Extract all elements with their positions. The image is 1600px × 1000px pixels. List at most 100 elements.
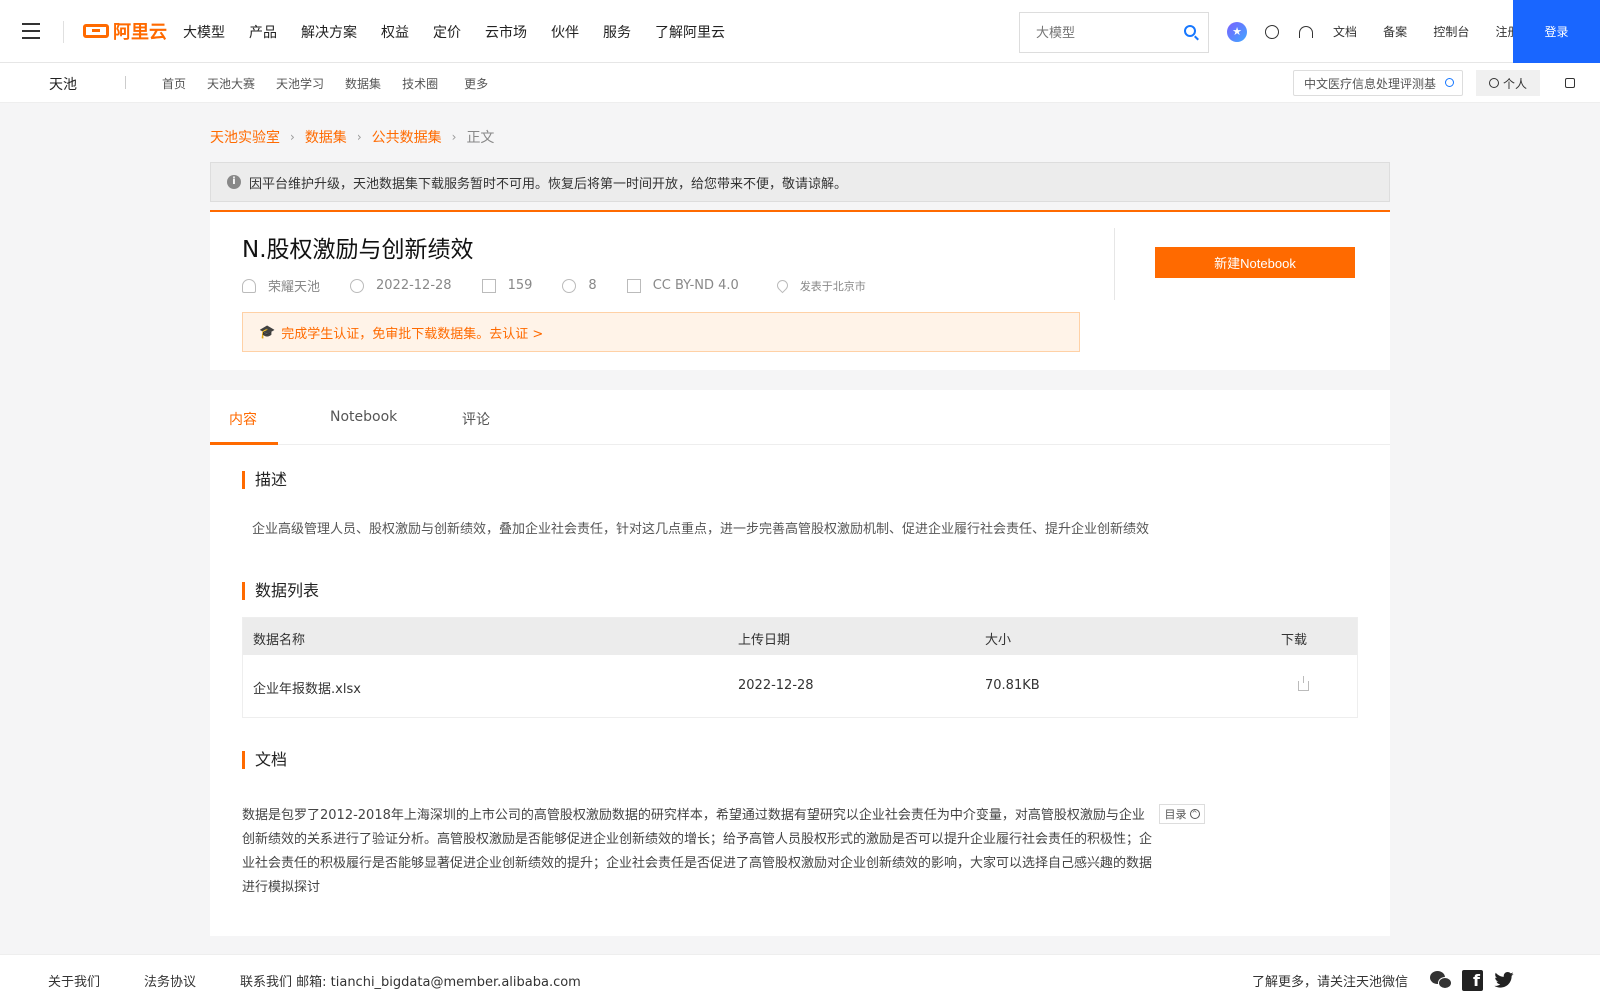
twitter-icon[interactable] [1494,972,1514,988]
top-actions: ★ 文档 备案 控制台 注册 [1227,0,1541,63]
aliyun-logo-icon [83,24,109,38]
dataset-downloads: 159 [507,278,533,293]
headset-icon[interactable] [1299,25,1313,38]
active-tab-indicator [210,442,278,445]
content-tabs: 内容 Notebook 评论 [210,390,1390,445]
dataset-license: CC BY-ND 4.0 [652,278,739,293]
row-upload-date: 2022-12-28 [738,678,814,693]
chevron-right-icon: › [290,130,295,144]
clock-icon [350,278,365,293]
footer-follow-text: 了解更多，请关注天池微信 [1252,975,1409,990]
dataset-header-card: N.股权激励与创新绩效 荣耀天池 2022-12-28 159 8 CC BY-… [210,210,1390,370]
user-icon [1488,78,1499,88]
login-button[interactable]: 登录 [1513,0,1600,63]
location-pin-icon [774,277,791,294]
notice-text: 因平台维护升级，天池数据集下载服务暂时不可用。恢复后将第一时间开放，给您带来不便… [249,176,848,192]
menu-item-pricing[interactable]: 定价 [433,22,461,42]
new-notebook-button[interactable]: 新建Notebook [1155,247,1355,278]
sub-search-input[interactable] [1294,71,1439,95]
download-count-icon [481,278,496,293]
maintenance-notice: i 因平台维护升级，天池数据集下载服务暂时不可用。恢复后将第一时间开放，给您带来… [210,162,1390,202]
col-header-name: 数据名称 [253,633,306,648]
data-list-table: 数据名称 上传日期 大小 下载 企业年报数据.xlsx 2022-12-28 7… [242,617,1358,718]
col-header-upload-date: 上传日期 [738,633,791,648]
wechat-icon[interactable] [1430,971,1452,989]
dataset-likes: 8 [588,278,597,293]
toc-label: 目录 [1164,808,1187,821]
globe-icon[interactable] [1265,24,1279,39]
hamburger-menu-icon[interactable] [22,23,40,39]
ai-assistant-icon[interactable]: ★ [1227,21,1247,42]
menu-item-about-aliyun[interactable]: 了解阿里云 [655,22,725,42]
dataset-description: 企业高级管理人员、股权激励与创新绩效，叠加企业社会责任，针对这几点重点，进一步完… [252,522,1150,537]
menu-item-marketplace[interactable]: 云市场 [485,22,527,42]
link-docs[interactable]: 文档 [1333,25,1357,39]
col-header-download: 下载 [1281,633,1308,648]
breadcrumb-datasets[interactable]: 数据集 [305,127,347,147]
chevron-right-icon: › [451,130,457,144]
top-search-input[interactable] [1020,13,1170,52]
section-title-description: 描述 [242,471,287,489]
menu-item-partners[interactable]: 伙伴 [551,22,579,42]
breadcrumb-current: 正文 [466,130,495,146]
menu-item-products[interactable]: 产品 [249,22,277,42]
dataset-meta: 荣耀天池 2022-12-28 159 8 CC BY-ND 4.0 发表于北京… [242,276,896,295]
dataset-content: 内容 Notebook 评论 描述 企业高级管理人员、股权激励与创新绩效，叠加企… [210,390,1390,936]
footer-legal-link[interactable]: 法务协议 [144,971,196,990]
tab-notebook[interactable]: Notebook [330,409,397,425]
divider [63,21,64,43]
subnav-item-more[interactable]: 更多 [464,75,488,92]
subnav-item-learning[interactable]: 天池学习 [276,75,324,92]
link-icp-filing[interactable]: 备案 [1383,25,1407,39]
menu-item-benefits[interactable]: 权益 [381,22,409,42]
like-icon [562,278,577,293]
menu-item-services[interactable]: 服务 [603,22,631,42]
license-icon [626,278,641,293]
row-file-name: 企业年报数据.xlsx [253,682,361,697]
top-navbar: 阿里云 大模型 产品 解决方案 权益 定价 云市场 伙伴 服务 了解阿里云 ★ … [0,0,1600,63]
docs-text: 数据是包罗了2012-2018年上海深圳的上市公司的高管股权激励数据的研究样本，… [242,808,1153,895]
dataset-title: N.股权激励与创新绩效 [242,237,474,263]
top-search-box [1019,12,1209,53]
menu-item-llm[interactable]: 大模型 [183,22,225,42]
breadcrumb-lab[interactable]: 天池实验室 [210,127,280,147]
menu-item-solutions[interactable]: 解决方案 [301,22,357,42]
main-menu: 大模型 产品 解决方案 权益 定价 云市场 伙伴 服务 了解阿里云 [183,0,749,63]
subnav-item-datasets[interactable]: 数据集 [345,75,381,92]
section-title-datalist: 数据列表 [242,582,319,600]
dataset-location: 发表于北京市 [799,279,866,293]
col-header-size: 大小 [985,633,1012,648]
subnav-item-competitions[interactable]: 天池大赛 [207,75,255,92]
fullscreen-icon[interactable] [1565,78,1575,88]
sub-search-box [1293,70,1463,96]
footer-contact: 联系我们 邮箱: tianchi_bigdata@member.alibaba.… [240,975,581,990]
subnav-item-home[interactable]: 首页 [162,75,186,92]
tianchi-brand[interactable]: 天池 [49,74,77,94]
tianchi-subnav: 天池 首页 天池大赛 天池学习 数据集 技术圈 更多 个人 [0,63,1600,103]
subnav-item-tech-circle[interactable]: 技术圈 [402,75,438,92]
facebook-icon[interactable]: f [1462,970,1483,991]
info-icon: i [227,175,241,189]
search-icon[interactable] [1445,78,1454,87]
tab-content[interactable]: 内容 [229,409,257,429]
tab-comments[interactable]: 评论 [462,409,490,429]
toc-button[interactable]: 目录 ^ [1159,804,1205,824]
aliyun-logo[interactable]: 阿里云 [83,20,167,43]
student-verification-banner[interactable]: 🎓 完成学生认证，免审批下载数据集。去认证 > [242,312,1080,352]
footer-about-link[interactable]: 关于我们 [48,971,100,990]
link-console[interactable]: 控制台 [1433,25,1469,39]
dataset-date: 2022-12-28 [376,278,452,293]
dataset-author[interactable]: 荣耀天池 [268,276,320,295]
personal-button[interactable]: 个人 [1476,70,1540,96]
logo-text: 阿里云 [113,22,167,43]
chevron-up-icon: ^ [1189,809,1200,819]
download-icon[interactable] [1298,676,1309,691]
section-title-docs: 文档 [242,751,287,769]
breadcrumb-public-datasets[interactable]: 公共数据集 [372,127,442,147]
breadcrumb: 天池实验室 › 数据集 › 公共数据集 › 正文 [210,127,494,147]
search-icon[interactable] [1184,25,1196,37]
chevron-right-icon: › [356,130,362,144]
student-verification-text[interactable]: 完成学生认证，免审批下载数据集。去认证 > [281,323,543,342]
graduation-cap-icon: 🎓 [259,324,276,340]
user-icon [242,278,256,293]
